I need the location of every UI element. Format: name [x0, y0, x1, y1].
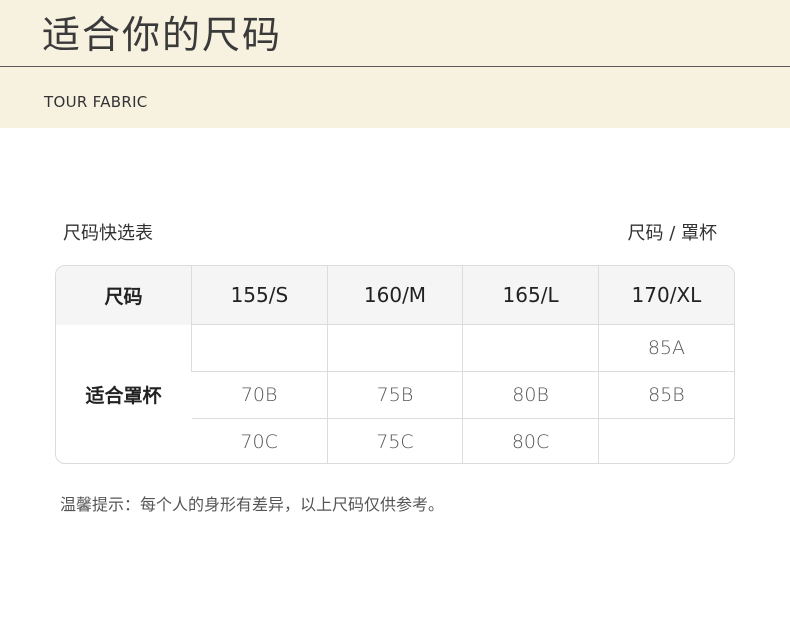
table-unit-label: 尺码 / 罩杯	[627, 223, 717, 244]
table-cell	[191, 324, 328, 372]
table-cell	[326, 324, 463, 372]
header-size-165: 165/L	[462, 266, 599, 325]
table-cell: 85B	[597, 371, 734, 419]
page-title: 适合你的尺码	[42, 13, 283, 57]
table-cell	[462, 324, 599, 372]
table-cell: 85A	[597, 324, 734, 372]
header-size-160: 160/M	[326, 266, 463, 325]
table-caption: 尺码快选表	[63, 223, 153, 244]
table-cell: 70C	[191, 418, 328, 463]
row-label-cup: 适合罩杯	[85, 385, 162, 408]
table-cell: 80B	[462, 371, 599, 419]
size-chart-table: 尺码 155/S 160/M 165/L 170/XL 适合罩杯 85A 70B…	[55, 265, 735, 464]
banner: 适合你的尺码 TOUR FABRIC	[0, 0, 790, 128]
header-size-155: 155/S	[191, 266, 328, 325]
table-cell	[597, 418, 734, 463]
header-corner-label: 尺码	[56, 266, 192, 325]
header-size-170: 170/XL	[597, 266, 734, 325]
table-cell: 70B	[191, 371, 328, 419]
table-row: 适合罩杯 85A	[56, 324, 734, 407]
brand-subtitle: TOUR FABRIC	[44, 93, 148, 111]
size-tip-note: 温馨提示：每个人的身形有差异，以上尺码仅供参考。	[60, 495, 445, 514]
table-header-row: 尺码 155/S 160/M 165/L 170/XL	[56, 266, 734, 325]
table-cell: 75C	[326, 418, 463, 463]
banner-divider	[0, 66, 790, 67]
table-cell: 80C	[462, 418, 599, 463]
table-cell: 75B	[326, 371, 463, 419]
